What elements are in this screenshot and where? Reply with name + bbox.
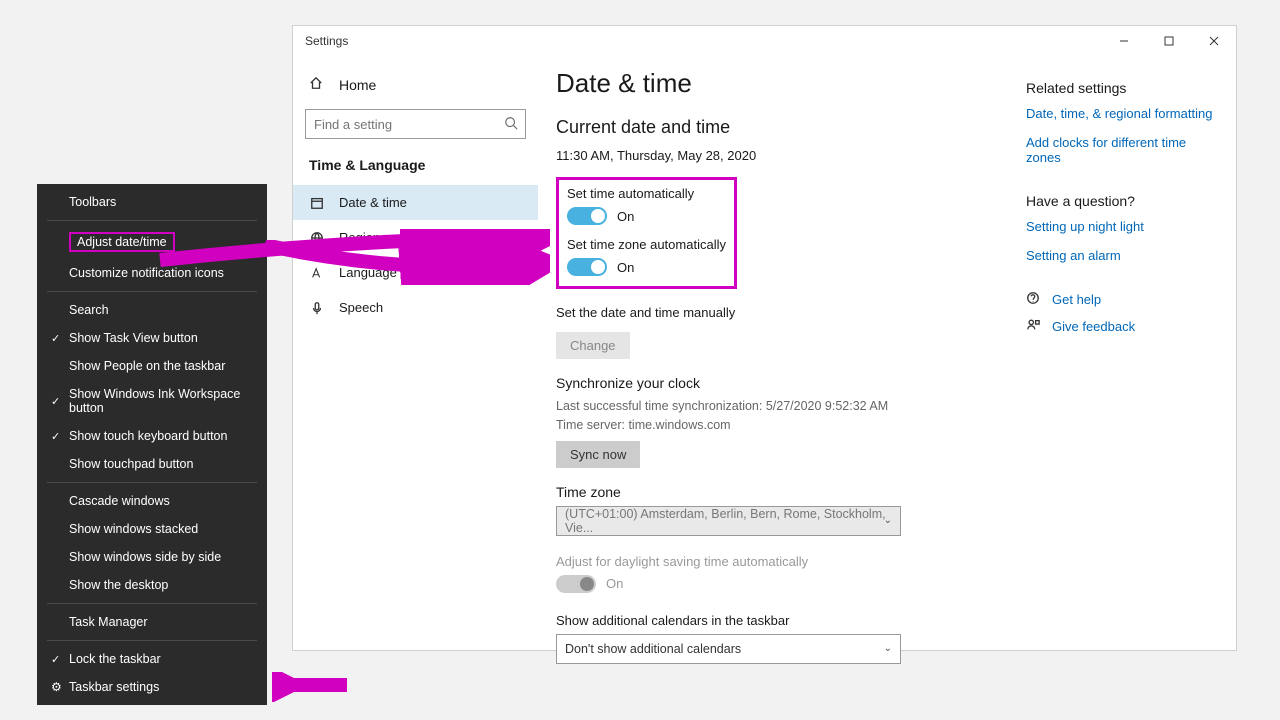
settings-window: Settings Home Time & Language Date & tim… — [292, 25, 1237, 651]
sync-heading: Synchronize your clock — [556, 375, 1016, 391]
auto-time-label: Set time automatically — [567, 186, 726, 201]
sync-last-text: Last successful time synchronization: 5/… — [556, 397, 1016, 416]
ctx-search[interactable]: Search — [37, 296, 267, 324]
auto-tz-label: Set time zone automatically — [567, 237, 726, 252]
ctx-ink[interactable]: ✓Show Windows Ink Workspace button — [37, 380, 267, 422]
separator — [47, 291, 257, 292]
additional-calendars-label: Show additional calendars in the taskbar — [556, 613, 1016, 628]
ctx-people[interactable]: Show People on the taskbar — [37, 352, 267, 380]
additional-calendars-value: Don't show additional calendars — [565, 642, 741, 656]
search-box[interactable] — [305, 109, 526, 139]
auto-time-toggle[interactable] — [567, 207, 607, 225]
dst-state: On — [606, 576, 623, 591]
ctx-toolbars[interactable]: Toolbars — [37, 188, 267, 216]
ctx-stacked[interactable]: Show windows stacked — [37, 515, 267, 543]
ctx-taskbar-settings[interactable]: ⚙Taskbar settings — [37, 673, 267, 701]
nav-item-label: Speech — [339, 300, 383, 315]
auto-tz-state: On — [617, 260, 634, 275]
ctx-lock-taskbar[interactable]: ✓Lock the taskbar — [37, 645, 267, 673]
timezone-dropdown[interactable]: (UTC+01:00) Amsterdam, Berlin, Bern, Rom… — [556, 506, 901, 536]
content-pane: Date & time Current date and time 11:30 … — [556, 68, 1016, 664]
timezone-value: (UTC+01:00) Amsterdam, Berlin, Bern, Rom… — [565, 507, 892, 535]
auto-tz-toggle[interactable] — [567, 258, 607, 276]
search-input[interactable] — [305, 109, 526, 139]
annotation-highlight-box: Set time automatically On Set time zone … — [556, 177, 737, 289]
annotation-arrow — [272, 672, 352, 702]
additional-calendars-dropdown[interactable]: Don't show additional calendars ⌄ — [556, 634, 901, 664]
ctx-sidebyside[interactable]: Show windows side by side — [37, 543, 267, 571]
sync-now-button[interactable]: Sync now — [556, 441, 640, 468]
titlebar: Settings — [293, 26, 1236, 56]
home-icon — [309, 76, 325, 93]
sidebar: Home Time & Language Date & time Region … — [293, 56, 538, 664]
minimize-button[interactable] — [1101, 26, 1146, 56]
manual-datetime-label: Set the date and time manually — [556, 305, 1016, 320]
ctx-touchpad[interactable]: Show touchpad button — [37, 450, 267, 478]
annotation-arrow — [260, 240, 550, 285]
nav-item-label: Date & time — [339, 195, 407, 210]
auto-time-state: On — [617, 209, 634, 224]
close-button[interactable] — [1191, 26, 1236, 56]
gear-icon: ⚙ — [51, 680, 69, 694]
link-regional-formatting[interactable]: Date, time, & regional formatting — [1026, 106, 1220, 121]
page-title: Date & time — [556, 68, 1016, 99]
timezone-heading: Time zone — [556, 484, 1016, 500]
separator — [47, 482, 257, 483]
link-alarm[interactable]: Setting an alarm — [1026, 248, 1220, 263]
help-icon — [1026, 291, 1042, 308]
sync-server-text: Time server: time.windows.com — [556, 416, 1016, 435]
nav-home-label: Home — [339, 77, 376, 93]
nav-item-datetime[interactable]: Date & time — [293, 185, 538, 220]
change-button[interactable]: Change — [556, 332, 630, 359]
ctx-cascade[interactable]: Cascade windows — [37, 487, 267, 515]
related-heading: Related settings — [1026, 80, 1220, 96]
separator — [47, 640, 257, 641]
chevron-down-icon: ⌄ — [884, 643, 892, 654]
current-datetime-heading: Current date and time — [556, 117, 1016, 138]
link-night-light[interactable]: Setting up night light — [1026, 219, 1220, 234]
separator — [47, 220, 257, 221]
nav-item-speech[interactable]: Speech — [293, 290, 538, 325]
chevron-down-icon: ⌄ — [884, 515, 892, 526]
link-add-clocks[interactable]: Add clocks for different time zones — [1026, 135, 1220, 165]
microphone-icon — [309, 301, 325, 315]
ctx-taskmgr[interactable]: Task Manager — [37, 608, 267, 636]
ctx-touchkb[interactable]: ✓Show touch keyboard button — [37, 422, 267, 450]
window-title: Settings — [305, 34, 348, 48]
ctx-desktop[interactable]: Show the desktop — [37, 571, 267, 599]
link-give-feedback[interactable]: Give feedback — [1052, 319, 1135, 334]
dst-toggle — [556, 575, 596, 593]
nav-category-header: Time & Language — [293, 153, 538, 185]
dst-label: Adjust for daylight saving time automati… — [556, 554, 1016, 569]
separator — [47, 603, 257, 604]
maximize-button[interactable] — [1146, 26, 1191, 56]
calendar-icon — [309, 196, 325, 210]
link-get-help[interactable]: Get help — [1052, 292, 1101, 307]
question-heading: Have a question? — [1026, 193, 1220, 209]
ctx-taskview[interactable]: ✓Show Task View button — [37, 324, 267, 352]
current-datetime-value: 11:30 AM, Thursday, May 28, 2020 — [556, 148, 1016, 163]
related-panel: Related settings Date, time, & regional … — [1026, 68, 1236, 664]
feedback-icon — [1026, 318, 1042, 335]
nav-home[interactable]: Home — [293, 66, 538, 103]
search-icon — [504, 116, 518, 133]
